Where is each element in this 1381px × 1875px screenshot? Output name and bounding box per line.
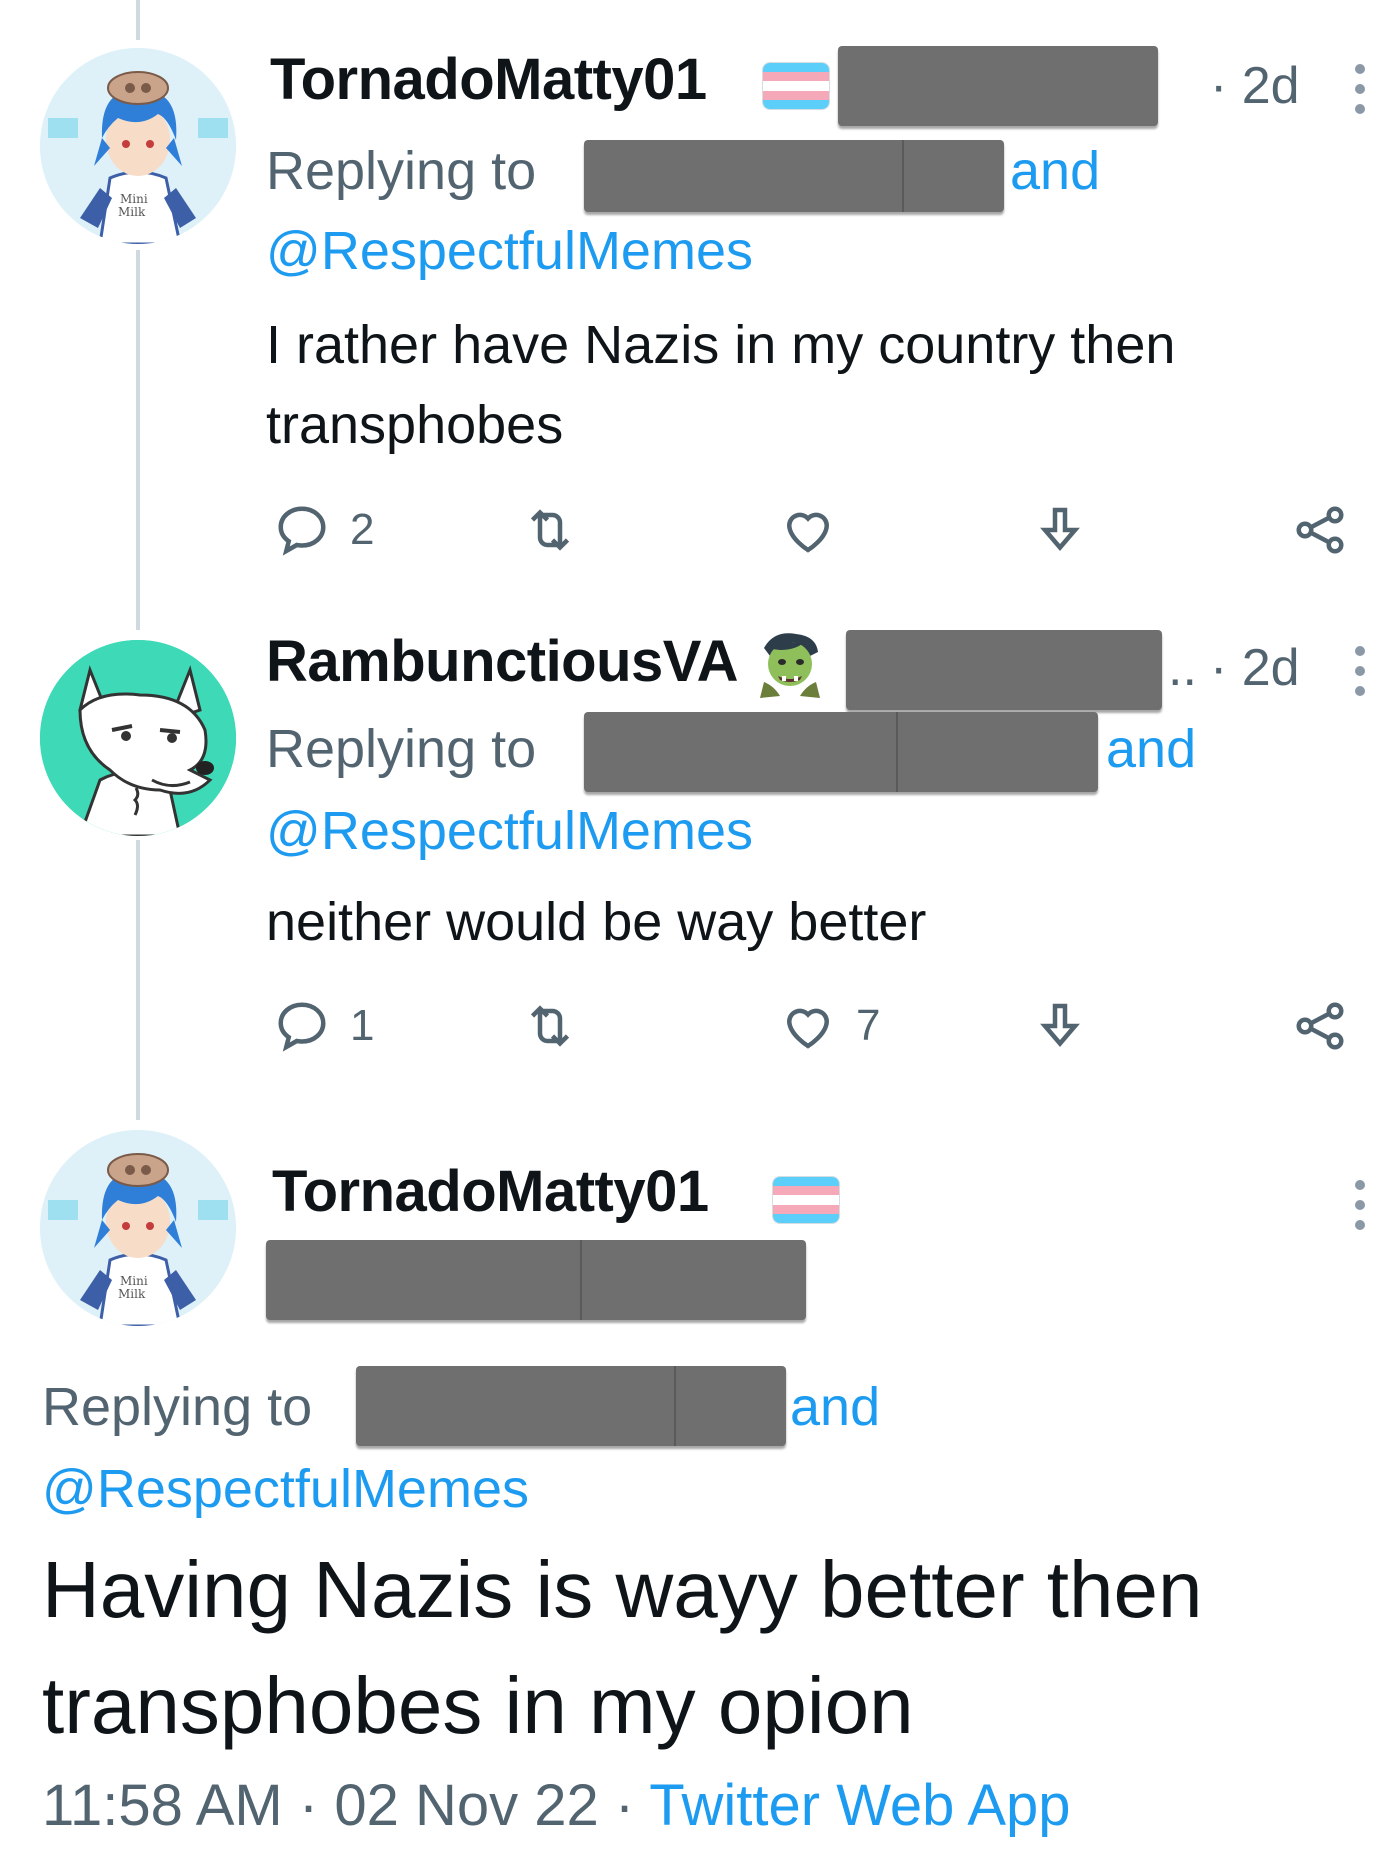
svg-text:Milk: Milk [118, 205, 146, 219]
thread-line [136, 250, 140, 630]
redacted-mentions [584, 140, 1004, 212]
like-icon [786, 512, 830, 553]
and-link[interactable]: and [790, 1376, 880, 1438]
retweet-button[interactable] [520, 996, 580, 1056]
author-name[interactable]: TornadoMatty01 [272, 1158, 709, 1225]
retweet-button[interactable] [520, 500, 580, 560]
reply-button[interactable]: 2 [272, 500, 374, 560]
redacted-mentions [356, 1366, 786, 1446]
bookmark-icon [1040, 1003, 1080, 1047]
replying-to-label: Replying to [42, 1377, 313, 1437]
tweet-time-of-day[interactable]: 11:58 AM [42, 1773, 283, 1838]
thread-line [136, 840, 140, 1120]
like-count: 7 [856, 1001, 881, 1050]
author-name[interactable]: TornadoMatty01 [270, 46, 707, 113]
avatar[interactable] [40, 640, 236, 836]
redacted-handle [838, 46, 1158, 126]
avatar[interactable]: Mini Milk [40, 48, 236, 244]
redacted-mentions [584, 712, 1098, 792]
replying-to-label: Replying to [266, 719, 537, 779]
reply-count: 1 [350, 1001, 375, 1050]
tweet-time[interactable]: · 2d [1210, 56, 1300, 116]
share-icon [1296, 1002, 1344, 1050]
tweet-time[interactable]: · 2d [1210, 638, 1300, 698]
bookmark-icon [1040, 507, 1080, 551]
retweet-icon [530, 1005, 570, 1047]
mention-link[interactable]: @RespectfulMemes [266, 800, 753, 862]
tweet-text: neither would be way better [266, 892, 927, 952]
bookmark-button[interactable] [1030, 996, 1090, 1056]
reply-button[interactable]: 1 [272, 996, 374, 1056]
tweet-text: Having Nazis is wayy better then transph… [42, 1545, 1203, 1750]
more-icon[interactable] [1354, 64, 1366, 114]
separator: · [614, 1773, 635, 1838]
svg-text:Milk: Milk [118, 1287, 146, 1301]
svg-text:Mini: Mini [120, 1274, 148, 1288]
tweet-date[interactable]: 02 Nov 22 [334, 1773, 598, 1838]
separator: · [298, 1773, 319, 1838]
redacted-handle [846, 630, 1162, 710]
and-link[interactable]: and [1010, 140, 1100, 202]
like-icon [786, 1008, 830, 1049]
share-icon [1296, 506, 1344, 554]
trans-flag-icon [772, 1176, 840, 1224]
redacted-handle [266, 1240, 806, 1320]
reply-icon [278, 1002, 326, 1052]
replying-to-label: Replying to [266, 141, 537, 201]
zombie-emoji-icon [754, 626, 826, 698]
tweet-source-link[interactable]: Twitter Web App [649, 1773, 1070, 1838]
tweet-text: I rather have Nazis in my country then t… [266, 315, 1176, 455]
handle-ellipsis: .. [1168, 639, 1197, 697]
like-button[interactable] [778, 500, 838, 560]
like-button[interactable]: 7 [778, 996, 880, 1056]
retweet-icon [530, 509, 570, 551]
and-link[interactable]: and [1106, 718, 1196, 780]
trans-flag-icon [762, 62, 830, 110]
tweet-meta: 11:58 AM · 02 Nov 22 · Twitter Web App [42, 1772, 1071, 1839]
more-icon[interactable] [1354, 1180, 1366, 1230]
share-button[interactable] [1290, 500, 1350, 560]
mention-link[interactable]: @RespectfulMemes [42, 1458, 529, 1520]
author-name[interactable]: RambunctiousVA [266, 628, 739, 695]
share-button[interactable] [1290, 996, 1350, 1056]
avatar[interactable]: Mini Milk [40, 1130, 236, 1326]
thread-line [136, 0, 140, 40]
more-icon[interactable] [1354, 646, 1366, 696]
reply-count: 2 [350, 505, 375, 554]
reply-icon [278, 506, 326, 556]
tweet-thread: Mini Milk TornadoMatty01 · 2d Replying t… [0, 0, 1381, 1875]
svg-text:Mini: Mini [120, 192, 148, 206]
mention-link[interactable]: @RespectfulMemes [266, 220, 753, 282]
bookmark-button[interactable] [1030, 500, 1090, 560]
